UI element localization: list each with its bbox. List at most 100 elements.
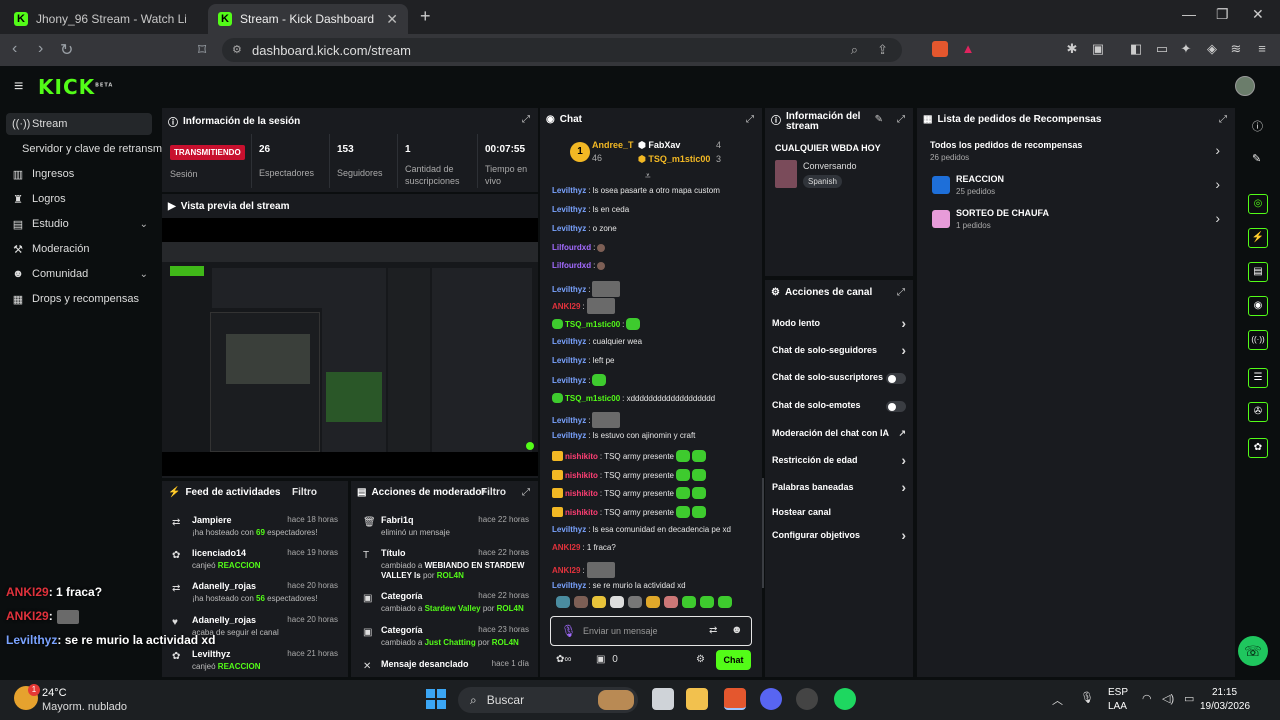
channel-action-row[interactable]: Hostear canal: [772, 507, 906, 521]
close-tab-icon[interactable]: ✕: [386, 11, 398, 28]
language-code[interactable]: ESP: [1108, 687, 1128, 698]
emote-icon[interactable]: [664, 596, 678, 608]
share-icon[interactable]: ⇪: [877, 42, 888, 58]
points-display[interactable]: ▣ 0: [596, 654, 618, 665]
sidebar-item-server-key[interactable]: Servidor y clave de retransm: [6, 138, 166, 160]
extensions-icon[interactable]: ✱: [1064, 41, 1080, 57]
minimize-button[interactable]: —: [1182, 6, 1196, 22]
chat-username[interactable]: Levilthyz: [552, 416, 586, 425]
zoom-icon[interactable]: ⌕: [851, 42, 858, 58]
chat-username[interactable]: Levilthyz: [552, 205, 586, 214]
maximize-button[interactable]: ❐: [1216, 6, 1229, 23]
emote-icon[interactable]: [556, 596, 570, 608]
info-icon[interactable]: ⓘ: [1252, 118, 1263, 134]
clipboard-icon[interactable]: ▤: [1248, 262, 1268, 282]
stream-preview-video[interactable]: [162, 218, 538, 476]
microphone-icon[interactable]: 🎙: [561, 624, 576, 638]
taskbar-search[interactable]: ⌕ Buscar: [458, 687, 638, 713]
edit-icon[interactable]: ✎: [875, 114, 883, 125]
chat-icon[interactable]: ◉: [1248, 296, 1268, 316]
chat-username[interactable]: ANKI29: [552, 543, 580, 552]
volume-icon[interactable]: ◁): [1162, 692, 1174, 705]
reward-row-reaccion[interactable]: REACCION 25 pedidos ›: [930, 174, 1220, 196]
chat-settings-icon[interactable]: ⚙: [696, 654, 705, 665]
menu-icon[interactable]: ≡: [1254, 41, 1270, 57]
chat-username[interactable]: Lilfourdxd: [552, 243, 591, 252]
pinned-arrow-icon[interactable]: ⩡: [645, 171, 651, 182]
chat-input[interactable]: 🎙 Enviar un mensaje ⇄ ☻: [550, 616, 752, 646]
sidebar-item-comunidad[interactable]: ☻ Comunidad ⌄: [6, 263, 152, 285]
chat-username[interactable]: nishikito: [565, 452, 598, 461]
expand-icon[interactable]: ⤢: [522, 114, 530, 125]
chat-username[interactable]: Levilthyz: [552, 356, 586, 365]
reader-icon[interactable]: ▣: [1090, 41, 1106, 57]
all-rewards-row[interactable]: Todos los pedidos de recompensas 26 pedi…: [930, 140, 1220, 162]
tray-chevron-icon[interactable]: ︿: [1052, 692, 1063, 708]
chat-username[interactable]: nishikito: [565, 471, 598, 480]
clock-date[interactable]: 19/03/2026: [1200, 701, 1250, 712]
brave-rewards-icon[interactable]: ▲: [960, 41, 976, 57]
chat-username[interactable]: Levilthyz: [552, 186, 586, 195]
sidebar-toggle-icon[interactable]: ◧: [1128, 41, 1144, 57]
close-window-button[interactable]: ✕: [1252, 6, 1264, 23]
translate-icon[interactable]: ⇄: [709, 625, 717, 636]
emote-icon[interactable]: [628, 596, 642, 608]
chat-username[interactable]: TSQ_m1stic00: [565, 394, 620, 403]
channel-action-row[interactable]: Chat de solo-emotes: [772, 400, 906, 414]
battery-icon[interactable]: ▭: [1184, 692, 1194, 705]
emote-icon[interactable]: [574, 596, 588, 608]
avatar[interactable]: [1235, 76, 1255, 96]
brave-browser-icon[interactable]: [724, 688, 746, 710]
keyboard-layout[interactable]: LAA: [1108, 701, 1127, 712]
chat-username[interactable]: TSQ_m1stic00: [565, 320, 620, 329]
support-headset-icon[interactable]: ☏: [1238, 636, 1268, 666]
chat-username[interactable]: ANKI29: [552, 566, 580, 575]
site-info-icon[interactable]: ⚙: [232, 43, 242, 56]
emote-icon[interactable]: [646, 596, 660, 608]
expand-icon[interactable]: ⤢: [746, 114, 754, 125]
vpn-icon[interactable]: ◈: [1204, 41, 1220, 57]
sidebar-item-estudio[interactable]: ▤ Estudio ⌄: [6, 213, 152, 235]
emoji-icon[interactable]: ☻: [731, 624, 743, 636]
hamburger-menu-icon[interactable]: ≡: [14, 78, 23, 96]
file-explorer-icon[interactable]: [686, 688, 708, 710]
gift-subs-icon[interactable]: ✿∞: [556, 654, 572, 665]
forward-icon[interactable]: ›: [38, 40, 43, 58]
chat-username[interactable]: Levilthyz: [552, 376, 586, 385]
community-icon[interactable]: ✿: [1248, 438, 1268, 458]
toggle-switch[interactable]: [886, 373, 906, 384]
chat-username[interactable]: Levilthyz: [552, 581, 586, 590]
channel-action-row[interactable]: Chat de solo-suscriptores: [772, 372, 906, 386]
chat-send-button[interactable]: Chat: [716, 650, 751, 670]
chat-username[interactable]: Levilthyz: [552, 431, 586, 440]
speedreader-icon[interactable]: ≋: [1228, 41, 1244, 57]
emote-icon[interactable]: [718, 596, 732, 608]
chat-username[interactable]: nishikito: [565, 508, 598, 517]
sidebar-item-ingresos[interactable]: ▥ Ingresos: [6, 163, 152, 185]
brave-shield-icon[interactable]: [932, 41, 948, 57]
broadcast-icon[interactable]: ((·)): [1248, 330, 1268, 350]
wallet-icon[interactable]: ▭: [1154, 41, 1170, 57]
reward-row-sorteo[interactable]: SORTEO DE CHAUFA 1 pedidos ›: [930, 208, 1220, 230]
channel-action-row[interactable]: Configurar objetivos ›: [772, 527, 906, 544]
filter-button[interactable]: Filtro: [292, 487, 317, 498]
chat-username[interactable]: ANKI29: [552, 302, 580, 311]
chat-username[interactable]: nishikito: [565, 489, 598, 498]
clock-time[interactable]: 21:15: [1212, 687, 1237, 698]
new-tab-button[interactable]: +: [420, 6, 431, 27]
bookmark-icon[interactable]: ⌑: [198, 40, 206, 60]
tab-jhony-stream[interactable]: K Jhony_96 Stream - Watch Live on Kick: [4, 4, 204, 34]
channel-action-row[interactable]: Modo lento ›: [772, 315, 906, 332]
leo-ai-icon[interactable]: ✦: [1178, 41, 1194, 57]
emote-icon[interactable]: [682, 596, 696, 608]
filter-button[interactable]: Filtro: [481, 487, 506, 498]
expand-icon[interactable]: ⤢: [897, 114, 905, 125]
tab-kick-dashboard[interactable]: K Stream - Kick Dashboard ✕: [208, 4, 408, 34]
emote-bar[interactable]: [556, 596, 752, 612]
kick-logo[interactable]: KICKBETA: [38, 75, 113, 99]
wifi-icon[interactable]: ◠: [1142, 692, 1152, 705]
task-view-icon[interactable]: [652, 688, 674, 710]
chat-scrollbar[interactable]: [762, 478, 764, 588]
expand-icon[interactable]: ⤢: [897, 287, 905, 298]
sidebar-item-logros[interactable]: ♜ Logros: [6, 188, 152, 210]
